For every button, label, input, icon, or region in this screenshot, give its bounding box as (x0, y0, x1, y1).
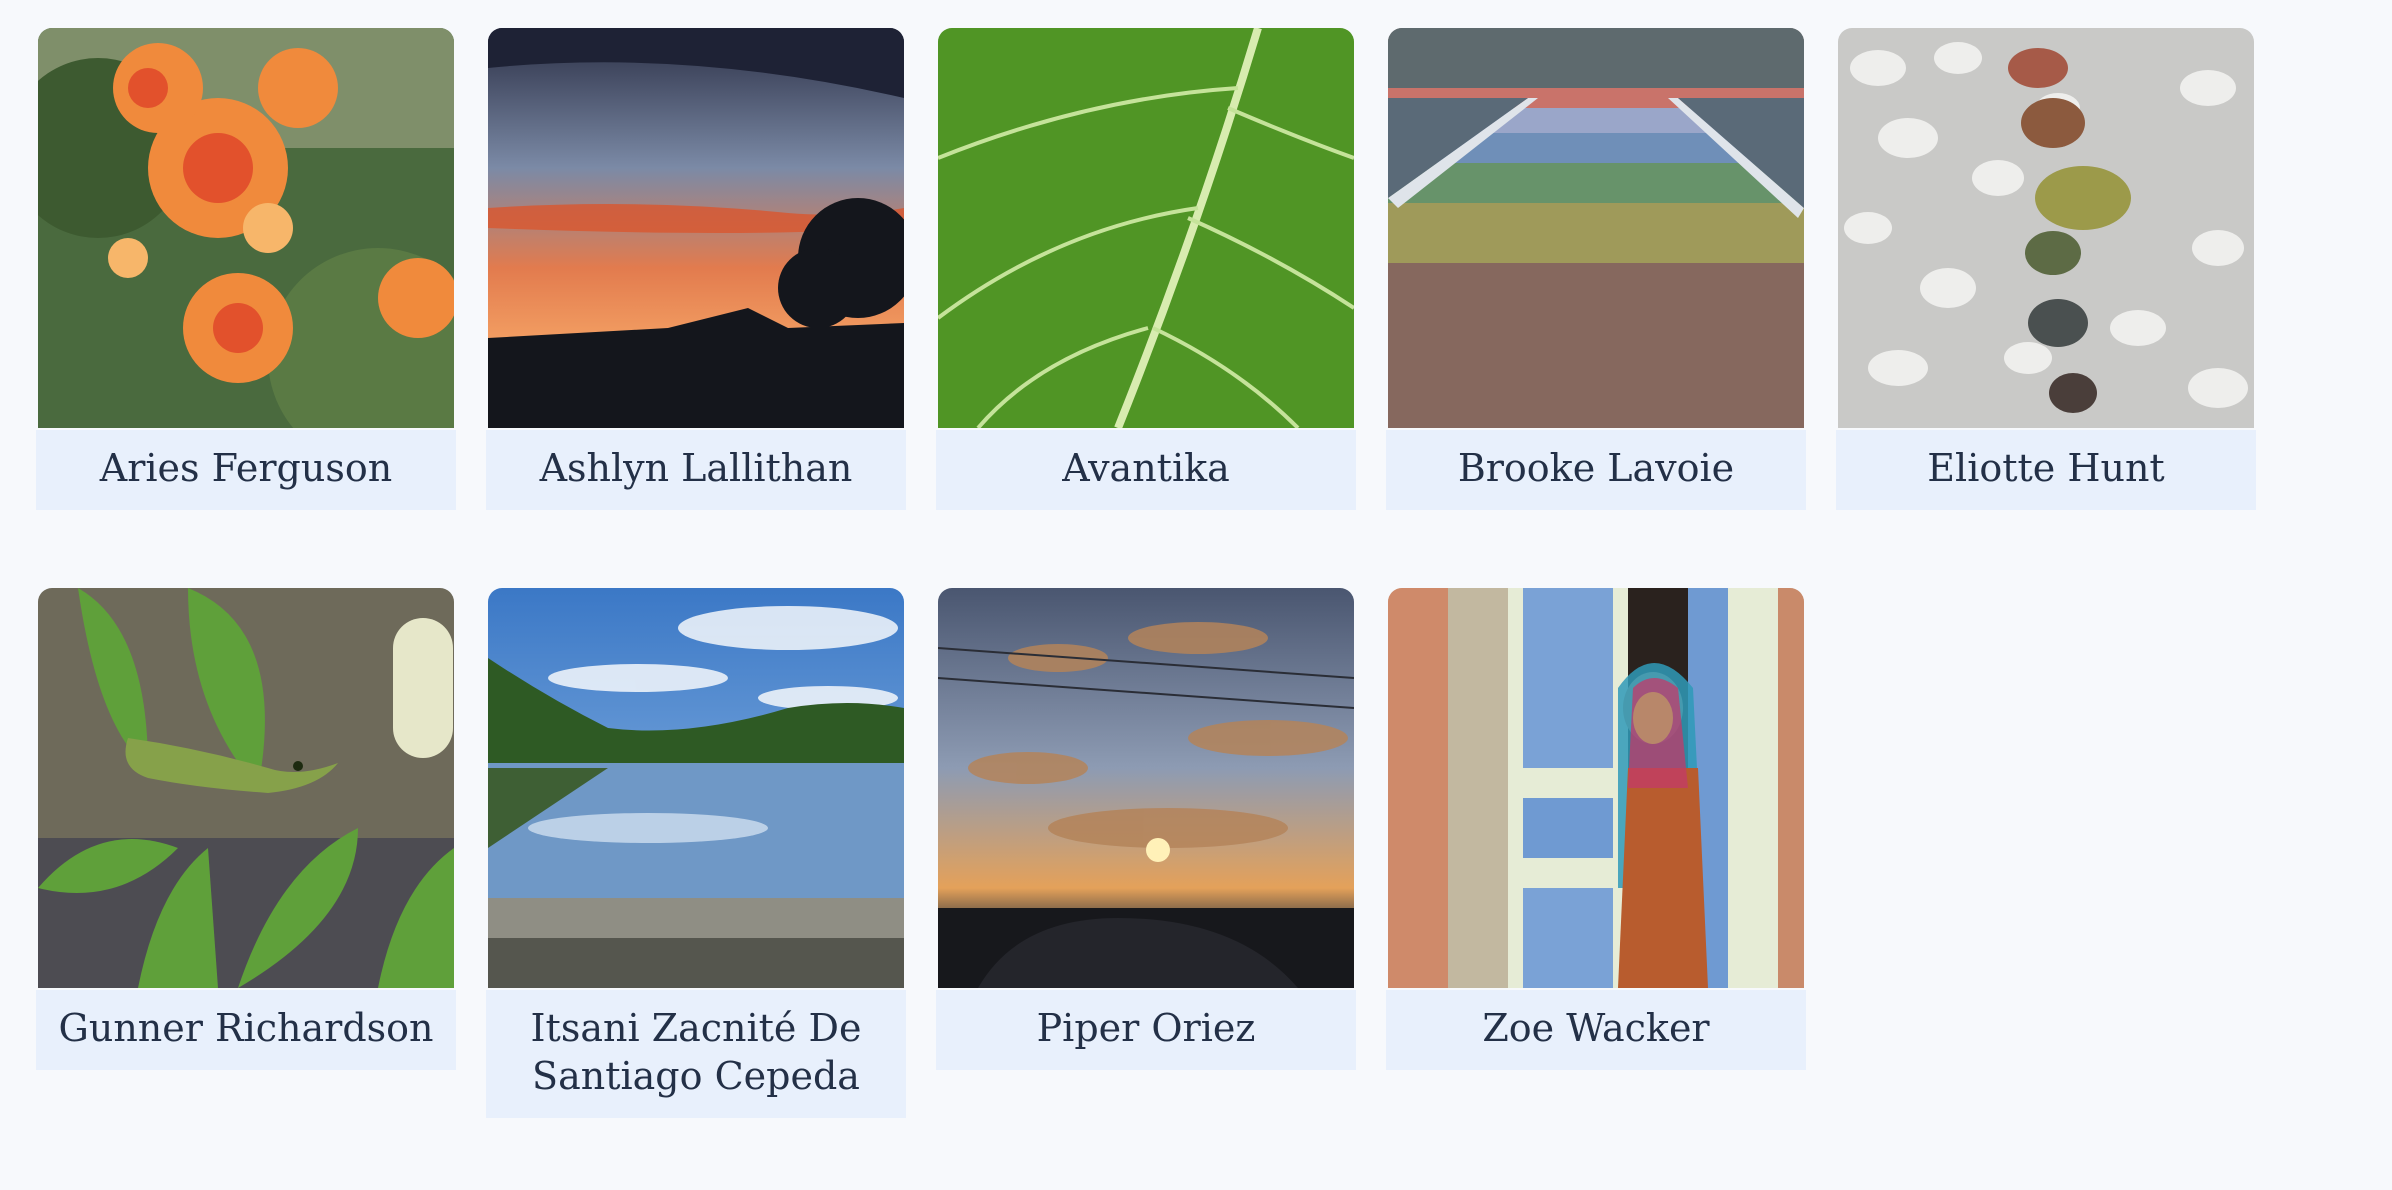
artist-name: Itsani Zacnité De Santiago Cepeda (486, 990, 906, 1118)
artist-name: Piper Oriez (936, 990, 1356, 1070)
artist-name: Avantika (936, 430, 1356, 510)
cloudy-sunset-photo[interactable] (938, 588, 1354, 988)
gallery-card[interactable]: Itsani Zacnité De Santiago Cepeda (486, 588, 906, 1118)
gallery-card[interactable]: Zoe Wacker (1386, 588, 1806, 1070)
gallery-card[interactable]: Avantika (936, 28, 1356, 510)
artist-gallery: Aries Ferguson Ashlyn Lallithan Avantika… (0, 0, 2392, 1190)
gallery-card[interactable]: Piper Oriez (936, 588, 1356, 1070)
river-reflection-photo[interactable] (488, 588, 904, 988)
artist-name: Zoe Wacker (1386, 990, 1806, 1070)
sunset-sky-photo[interactable] (488, 28, 904, 428)
gravel-stones-photo[interactable] (1838, 28, 2254, 428)
artist-name: Ashlyn Lallithan (486, 430, 906, 510)
gallery-card[interactable]: Brooke Lavoie (1386, 28, 1806, 510)
artist-name: Brooke Lavoie (1386, 430, 1806, 510)
gallery-card[interactable]: Eliotte Hunt (1836, 28, 2256, 510)
lizard-plant-photo[interactable] (38, 588, 454, 988)
artist-name: Gunner Richardson (36, 990, 456, 1070)
artist-name: Aries Ferguson (36, 430, 456, 510)
gallery-card[interactable]: Aries Ferguson (36, 28, 456, 510)
rainbow-crosswalk-photo[interactable] (1388, 28, 1804, 428)
green-leaf-photo[interactable] (938, 28, 1354, 428)
artist-name: Eliotte Hunt (1836, 430, 2256, 510)
gallery-card[interactable]: Gunner Richardson (36, 588, 456, 1070)
blue-door-woman-photo[interactable] (1388, 588, 1804, 988)
gallery-card[interactable]: Ashlyn Lallithan (486, 28, 906, 510)
orange-flowers-photo[interactable] (38, 28, 454, 428)
